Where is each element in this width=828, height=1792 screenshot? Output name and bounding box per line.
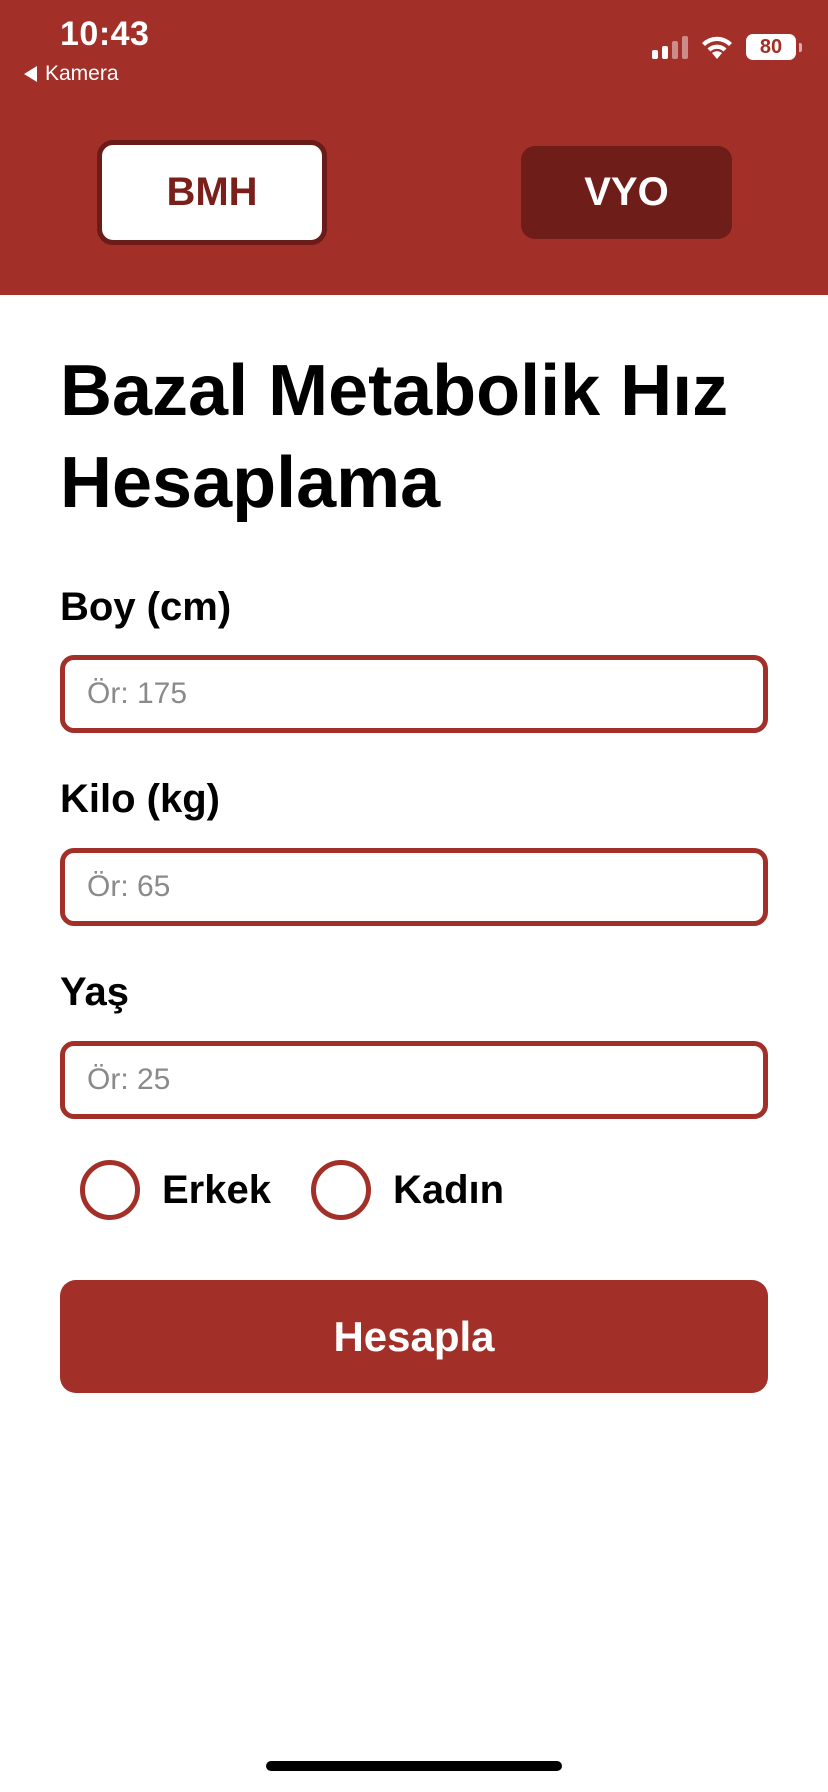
status-indicators: 80: [652, 34, 802, 60]
tab-bmh[interactable]: BMH: [97, 140, 327, 245]
radio-label-female: Kadın: [392, 1167, 505, 1212]
back-app-label: Kamera: [45, 62, 119, 85]
gender-option-male[interactable]: Erkek: [80, 1160, 271, 1220]
radio-button-male[interactable]: [80, 1160, 140, 1220]
height-input[interactable]: [60, 655, 768, 733]
radio-label-male: Erkek: [162, 1167, 271, 1212]
age-label: Yaş: [60, 970, 129, 1014]
header: 10:43 Kamera 80 BMH VYO: [0, 0, 828, 295]
page-title: Bazal Metabolik Hız Hesaplama: [60, 351, 729, 523]
back-arrow-icon: [24, 66, 37, 82]
tab-vyo[interactable]: VYO: [521, 146, 732, 239]
wifi-icon: [700, 34, 734, 60]
calculate-button[interactable]: Hesapla: [60, 1280, 768, 1393]
height-label: Boy (cm): [60, 585, 232, 629]
back-to-app-link[interactable]: Kamera: [24, 62, 119, 86]
age-input[interactable]: [60, 1041, 768, 1119]
cellular-signal-icon: [652, 35, 688, 59]
gender-radio-group: Erkek Kadın: [80, 1160, 544, 1220]
radio-button-female[interactable]: [310, 1160, 371, 1220]
status-time: 10:43: [60, 15, 150, 53]
weight-label: Kilo (kg): [60, 777, 220, 821]
app-screen: 10:43 Kamera 80 BMH VYO Bazal Metabolik …: [0, 0, 828, 1792]
gender-option-female[interactable]: Kadın: [310, 1160, 505, 1220]
home-indicator[interactable]: [266, 1761, 562, 1771]
battery-icon: 80: [746, 34, 802, 60]
weight-input[interactable]: [60, 848, 768, 926]
battery-level: 80: [759, 36, 783, 58]
